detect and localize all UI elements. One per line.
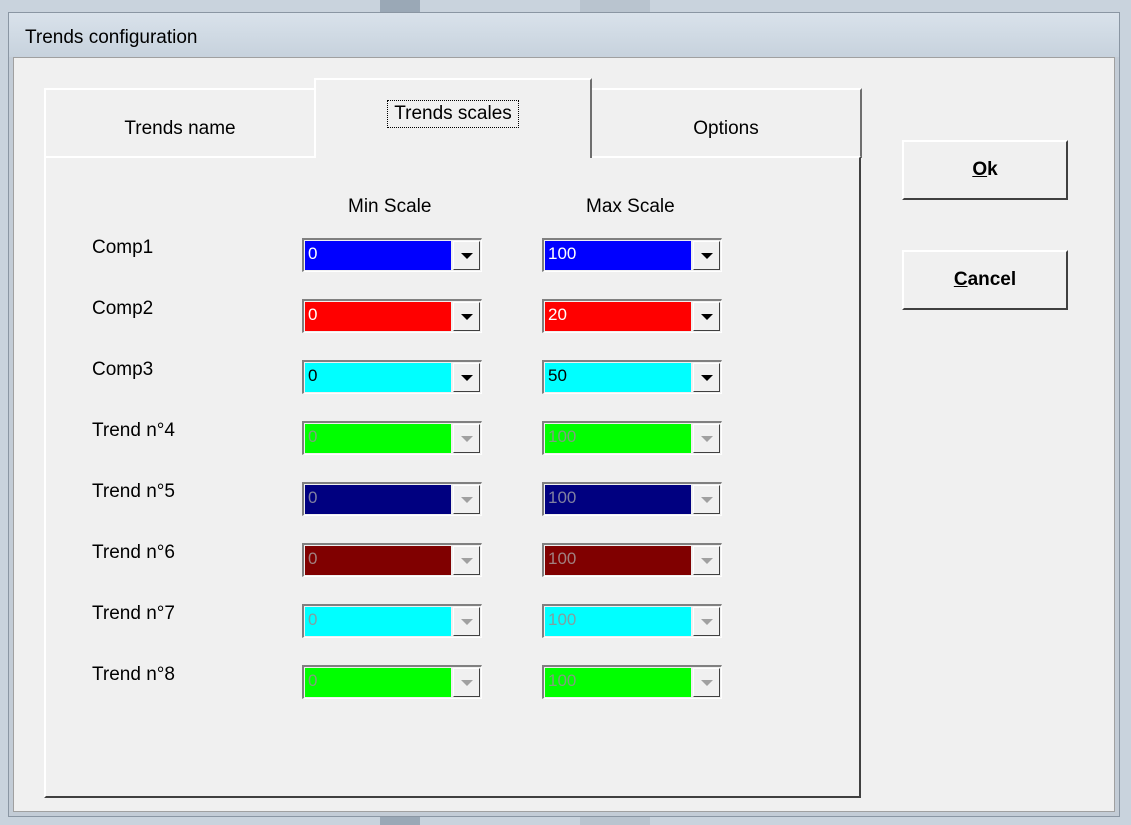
tab-label: Trends scales (387, 100, 519, 128)
min-scale-value: 0 (305, 485, 451, 514)
dropdown-button[interactable] (693, 241, 720, 270)
min-scale-value: 0 (305, 302, 451, 331)
min-scale-combo[interactable]: 0 (302, 299, 482, 333)
row-label: Trend n°4 (92, 420, 175, 441)
chevron-down-icon (460, 252, 473, 259)
cancel-label: ancel (967, 269, 1017, 290)
dropdown-button[interactable] (693, 363, 720, 392)
dialog-client-area: Trends name Trends scales Options Min Sc… (13, 57, 1115, 812)
dropdown-button[interactable] (453, 424, 480, 453)
tab-options[interactable]: Options (590, 88, 862, 158)
max-scale-combo[interactable]: 100 (542, 604, 722, 638)
trends-configuration-dialog: Trends configuration Trends name Trends … (8, 12, 1120, 817)
chevron-down-icon (700, 252, 713, 259)
min-scale-combo[interactable]: 0 (302, 482, 482, 516)
max-scale-value: 20 (545, 302, 691, 331)
row-label: Comp3 (92, 359, 154, 380)
row-label: Comp2 (92, 298, 154, 319)
row-label: Comp1 (92, 237, 154, 258)
ok-accelerator: O (972, 159, 988, 180)
chevron-down-icon (460, 374, 473, 381)
chevron-down-icon (460, 679, 473, 686)
tab-trends-scales[interactable]: Trends scales (314, 78, 592, 158)
max-scale-combo[interactable]: 100 (542, 238, 722, 272)
dropdown-button[interactable] (693, 424, 720, 453)
dropdown-button[interactable] (453, 485, 480, 514)
min-scale-value: 0 (305, 241, 451, 270)
dropdown-button[interactable] (453, 546, 480, 575)
row-label: Trend n°8 (92, 664, 175, 685)
chevron-down-icon (460, 313, 473, 320)
min-scale-value: 0 (305, 546, 451, 575)
chevron-down-icon (700, 618, 713, 625)
dropdown-button[interactable] (693, 485, 720, 514)
min-scale-header: Min Scale (348, 196, 432, 217)
tab-trends-name[interactable]: Trends name (44, 88, 316, 158)
title-bar[interactable]: Trends configuration (9, 13, 1119, 57)
trends-scales-panel: Min Scale Max Scale Comp1 0 100 Comp2 0 20 Com… (44, 156, 861, 798)
chevron-down-icon (460, 557, 473, 564)
min-scale-value: 0 (305, 607, 451, 636)
min-scale-value: 0 (305, 668, 451, 697)
chevron-down-icon (700, 679, 713, 686)
dropdown-button[interactable] (453, 668, 480, 697)
min-scale-combo[interactable]: 0 (302, 604, 482, 638)
max-scale-combo[interactable]: 20 (542, 299, 722, 333)
chevron-down-icon (460, 435, 473, 442)
dropdown-button[interactable] (453, 363, 480, 392)
min-scale-combo[interactable]: 0 (302, 421, 482, 455)
max-scale-combo[interactable]: 100 (542, 482, 722, 516)
cancel-button[interactable]: Cancel (902, 250, 1068, 310)
dropdown-button[interactable] (693, 546, 720, 575)
chevron-down-icon (700, 435, 713, 442)
ok-label: k (987, 159, 998, 180)
row-label: Trend n°7 (92, 603, 175, 624)
chevron-down-icon (700, 496, 713, 503)
max-scale-combo[interactable]: 100 (542, 665, 722, 699)
max-scale-value: 100 (545, 546, 691, 575)
max-scale-value: 100 (545, 607, 691, 636)
max-scale-combo[interactable]: 100 (542, 421, 722, 455)
window-title: Trends configuration (25, 27, 198, 48)
chevron-down-icon (700, 313, 713, 320)
min-scale-combo[interactable]: 0 (302, 238, 482, 272)
max-scale-combo[interactable]: 100 (542, 543, 722, 577)
dropdown-button[interactable] (693, 668, 720, 697)
cancel-accelerator: C (953, 269, 968, 290)
max-scale-value: 50 (545, 363, 691, 392)
ok-button[interactable]: Ok (902, 140, 1068, 200)
max-scale-value: 100 (545, 485, 691, 514)
min-scale-value: 0 (305, 363, 451, 392)
chevron-down-icon (460, 496, 473, 503)
min-scale-combo[interactable]: 0 (302, 665, 482, 699)
max-scale-header: Max Scale (586, 196, 675, 217)
min-scale-combo[interactable]: 0 (302, 543, 482, 577)
max-scale-combo[interactable]: 50 (542, 360, 722, 394)
dropdown-button[interactable] (453, 241, 480, 270)
chevron-down-icon (460, 618, 473, 625)
dropdown-button[interactable] (693, 302, 720, 331)
tab-label: Trends name (124, 118, 236, 139)
chevron-down-icon (700, 374, 713, 381)
tab-label: Options (693, 118, 759, 139)
max-scale-value: 100 (545, 668, 691, 697)
max-scale-value: 100 (545, 241, 691, 270)
max-scale-value: 100 (545, 424, 691, 453)
dropdown-button[interactable] (453, 302, 480, 331)
row-label: Trend n°5 (92, 481, 175, 502)
row-label: Trend n°6 (92, 542, 175, 563)
min-scale-combo[interactable]: 0 (302, 360, 482, 394)
dropdown-button[interactable] (693, 607, 720, 636)
chevron-down-icon (700, 557, 713, 564)
dropdown-button[interactable] (453, 607, 480, 636)
min-scale-value: 0 (305, 424, 451, 453)
